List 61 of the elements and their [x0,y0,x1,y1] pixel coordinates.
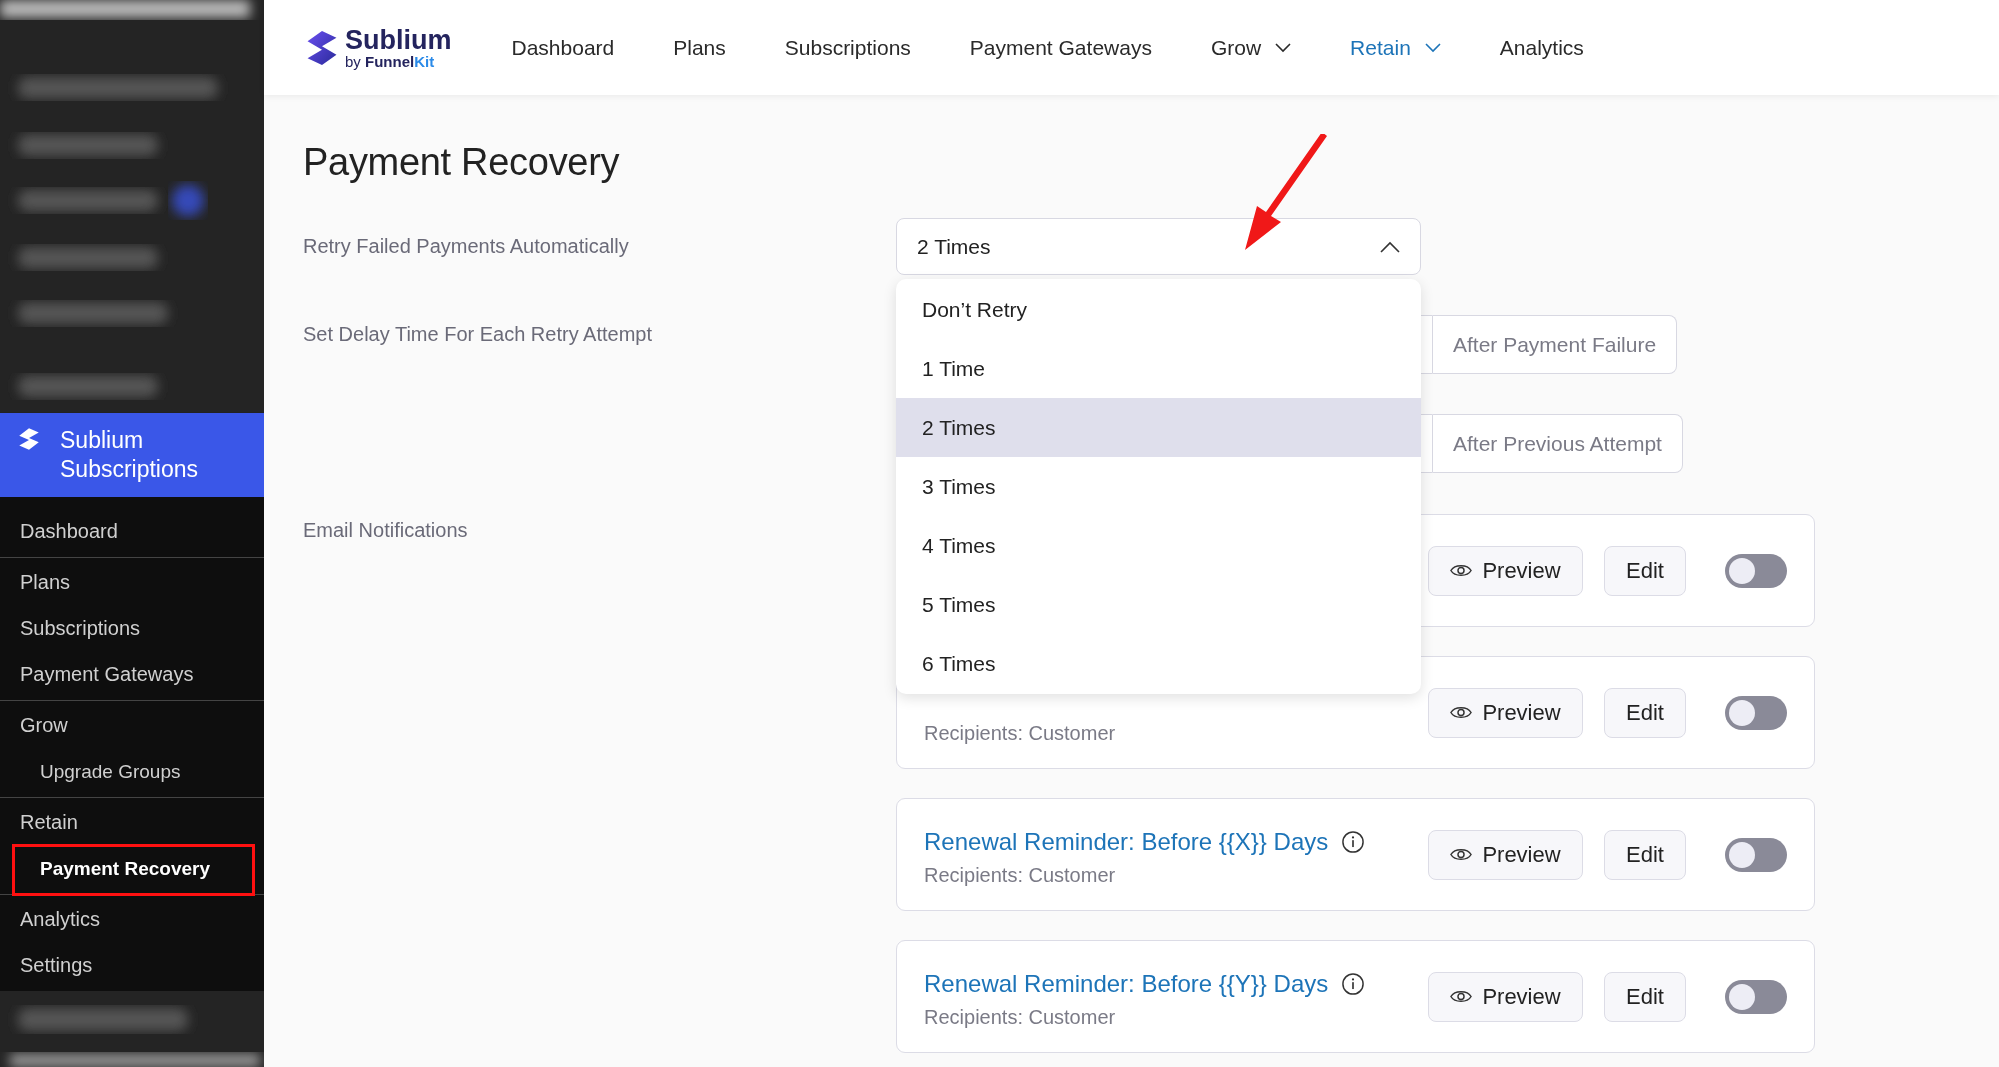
dropdown-option[interactable]: 2 Times [896,398,1421,457]
toggle-switch[interactable] [1725,979,1787,1014]
logo-icon [16,425,42,452]
edit-button[interactable]: Edit [1604,971,1686,1022]
setting-label: Retry Failed Payments Automatically [303,235,630,258]
page-title: Payment Recovery [303,141,621,184]
sidebar-brand[interactable]: Sublium Subscriptions [0,412,264,497]
eye-icon [1450,989,1473,1004]
nav-tab[interactable]: Retain [1350,35,1441,60]
dropdown-option[interactable]: 6 Times [896,634,1421,693]
chevron-up-icon [1380,240,1400,253]
logo-tagline: by FunnelKit [345,53,436,70]
recipients-text: Recipients: Customer [924,721,1117,745]
recipients-text: Recipients: Customer [924,1005,1117,1029]
nav-tab[interactable]: Dashboard [511,35,615,60]
field-suffix: After Payment Failure [1433,315,1678,374]
info-icon [1342,972,1365,995]
sidebar-item[interactable]: Analytics [0,896,264,943]
nav-tab[interactable]: Subscriptions [784,35,911,60]
info-icon [1342,830,1365,853]
email-title[interactable]: Renewal Reminder: Before {{Y}} Days [924,969,1329,998]
edit-button[interactable]: Edit [1604,829,1686,880]
edit-button[interactable]: Edit [1604,545,1686,596]
sidebar-item[interactable]: Subscriptions [0,605,264,652]
toggle-switch[interactable] [1725,837,1787,872]
dropdown-option[interactable]: 3 Times [896,457,1421,516]
preview-button[interactable]: Preview [1428,687,1583,738]
recipients-text: Recipients: Customer [924,863,1117,887]
email-title[interactable]: Renewal Reminder: Before {{X}} Days [924,827,1329,856]
toggle-switch[interactable] [1725,695,1787,730]
dropdown-option[interactable]: Don’t Retry [896,280,1421,339]
brand-name: Sublium Subscriptions [60,425,200,484]
nav-tab[interactable]: Analytics [1499,35,1584,60]
preview-button[interactable]: Preview [1428,545,1583,596]
edit-button[interactable]: Edit [1604,687,1686,738]
logo-name: Sublium [345,25,452,54]
logo-icon [305,28,339,67]
setting-label: Email Notifications [303,518,469,543]
nav-tab[interactable]: Payment Gateways [969,35,1152,60]
eye-icon [1450,563,1473,578]
dropdown-option[interactable]: 4 Times [896,516,1421,575]
eye-icon [1450,847,1473,862]
preview-button[interactable]: Preview [1428,971,1583,1022]
sidebar-subitem[interactable]: Payment Recovery [0,845,264,892]
nav-tab[interactable]: Grow [1210,35,1292,60]
retry-select[interactable]: 2 Times [896,218,1421,275]
toggle-switch[interactable] [1725,553,1787,588]
sidebar-item[interactable]: Dashboard [0,508,264,555]
sidebar-item[interactable]: Plans [0,559,264,606]
dropdown-option[interactable]: 1 Time [896,339,1421,398]
nav-tab[interactable]: Plans [673,35,726,60]
dropdown-option[interactable]: 5 Times [896,575,1421,634]
sidebar-item[interactable]: Payment Gateways [0,651,264,698]
eye-icon [1450,705,1473,720]
setting-label: Set Delay Time For Each Retry Attempt [303,322,653,347]
sidebar-subitem[interactable]: Upgrade Groups [0,748,264,795]
sidebar-item[interactable]: Grow [0,702,264,749]
sidebar-item[interactable]: Settings [0,942,264,989]
field-suffix: After Previous Attempt [1433,414,1683,473]
sidebar-item[interactable]: Retain [0,799,264,846]
preview-button[interactable]: Preview [1428,829,1583,880]
